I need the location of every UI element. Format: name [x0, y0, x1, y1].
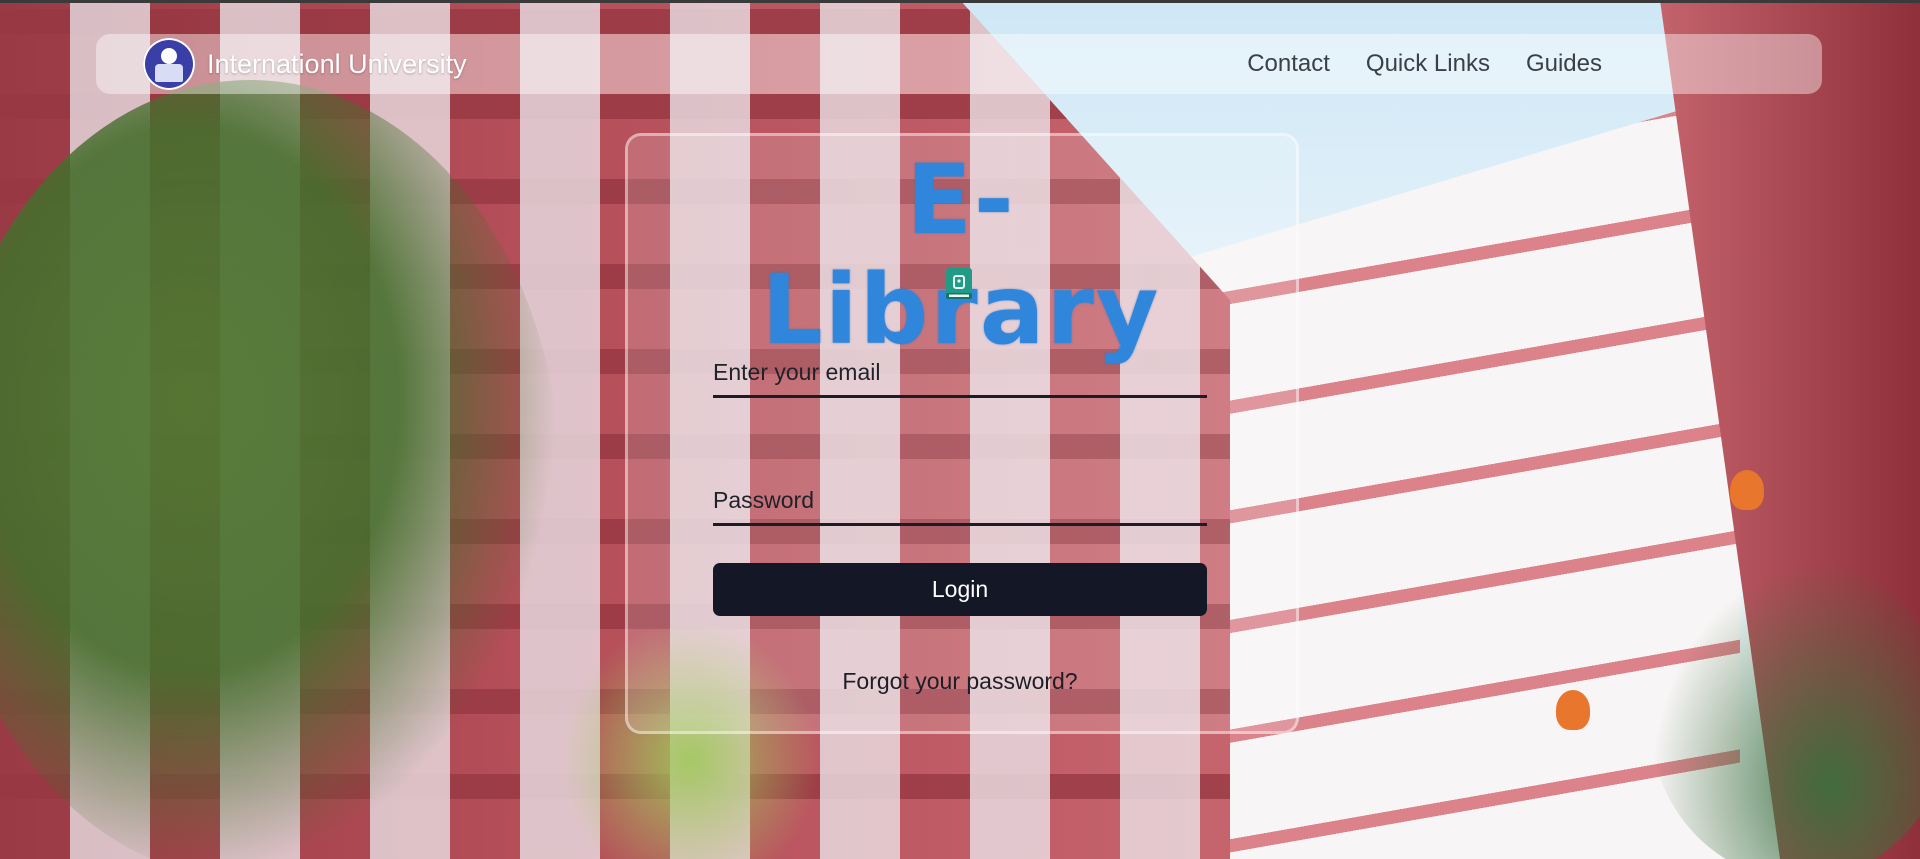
university-logo-icon — [143, 38, 195, 90]
page-title: E-Library — [761, 144, 1161, 366]
flower — [1730, 470, 1764, 510]
forgot-password-link[interactable]: Forgot your password? — [713, 668, 1207, 695]
nav-link-guides[interactable]: Guides — [1526, 50, 1602, 78]
nav-link-quick-links[interactable]: Quick Links — [1366, 50, 1490, 78]
password-field-wrapper — [713, 478, 1207, 530]
brand-name: Internationl University — [207, 48, 467, 79]
login-button[interactable]: Login — [713, 563, 1207, 616]
navbar: Internationl University Contact Quick Li… — [96, 34, 1822, 94]
flower — [1556, 690, 1590, 730]
email-field[interactable] — [713, 350, 1207, 398]
book-icon — [946, 268, 972, 299]
email-field-wrapper — [713, 350, 1207, 402]
nav-links: Contact Quick Links Guides — [1247, 34, 1602, 94]
page: Internationl University Contact Quick Li… — [0, 0, 1920, 859]
brand[interactable]: Internationl University — [143, 38, 467, 90]
window-top-border — [0, 0, 1920, 3]
password-field[interactable] — [713, 478, 1207, 526]
nav-link-contact[interactable]: Contact — [1247, 50, 1330, 78]
